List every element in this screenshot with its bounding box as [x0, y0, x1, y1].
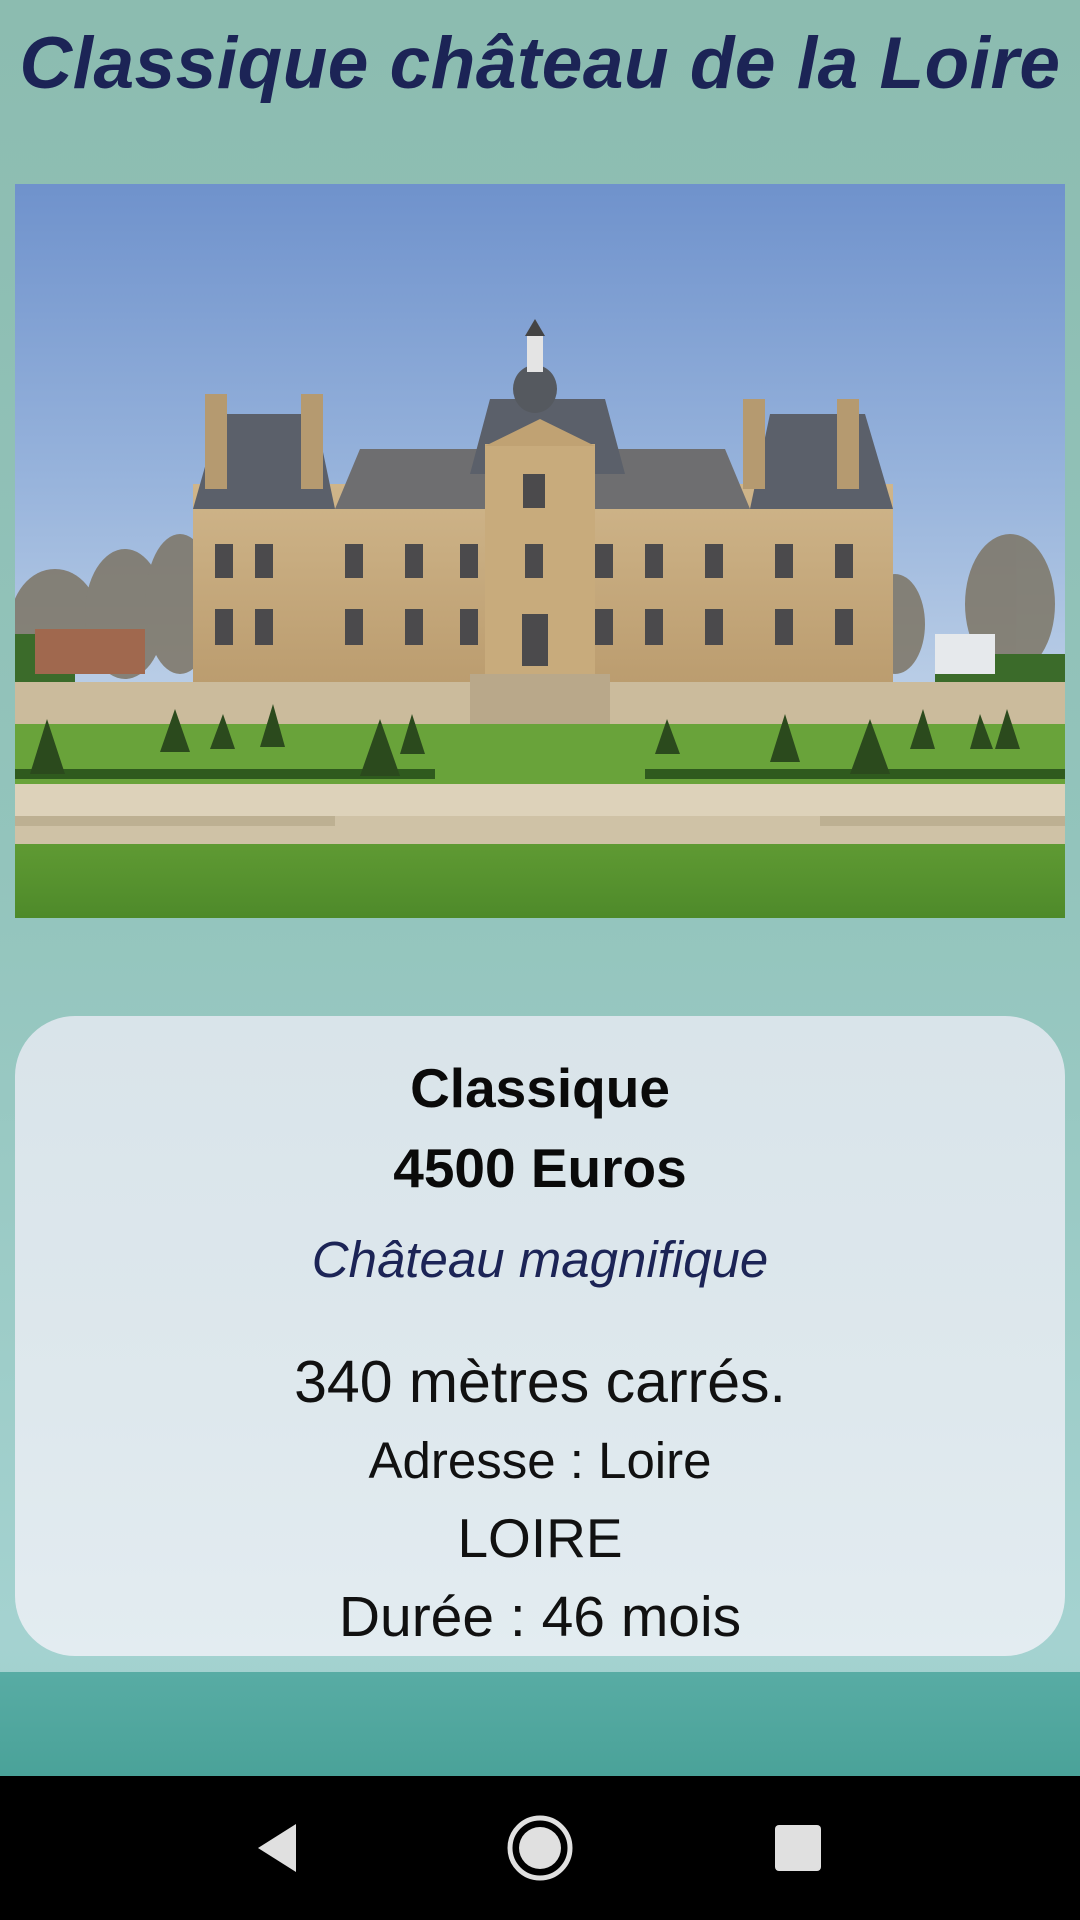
back-button[interactable]	[200, 1776, 360, 1920]
recents-button[interactable]	[718, 1776, 878, 1920]
home-circle-icon	[507, 1815, 573, 1881]
chateau-photo	[15, 184, 1065, 918]
bottom-band	[0, 1672, 1080, 1776]
recents-square-icon	[775, 1825, 821, 1871]
listing-surface: 340 mètres carrés.	[294, 1349, 786, 1415]
listing-price: 4500 Euros	[393, 1137, 687, 1199]
listing-type: Classique	[410, 1057, 670, 1119]
listing-city: LOIRE	[457, 1507, 623, 1569]
listing-address: Adresse : Loire	[368, 1432, 712, 1489]
page-title: Classique château de la Loire	[19, 23, 1061, 104]
system-navigation-bar	[0, 1776, 1080, 1920]
back-triangle-icon	[258, 1824, 296, 1872]
home-button[interactable]	[460, 1776, 620, 1920]
listing-card: Classique 4500 Euros Château magnifique …	[15, 1016, 1065, 1656]
app-screen: Classique château de la Loire Classique …	[0, 0, 1080, 1920]
listing-description: Château magnifique	[311, 1231, 769, 1288]
listing-duration: Durée : 46 mois	[338, 1585, 742, 1649]
